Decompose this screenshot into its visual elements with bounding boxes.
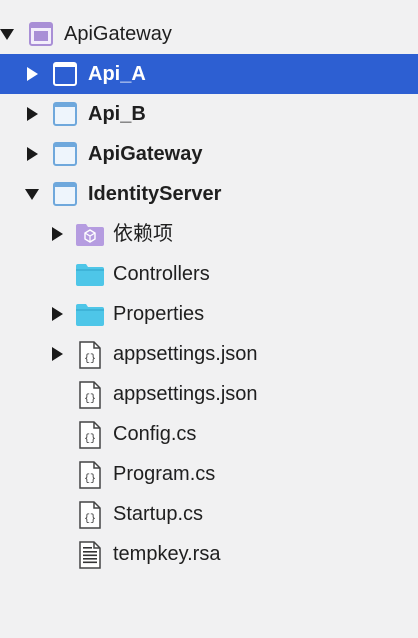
svg-text:{}: {} [84,513,96,525]
code-file-icon: {} [78,421,104,449]
disclosure-collapsed-icon[interactable] [27,107,38,121]
tree-label-solution: ApiGateway [64,23,172,45]
tree-row-file-appsettings[interactable]: {} appsettings.json [0,334,418,374]
folder-icon [75,261,104,287]
solution-icon [28,21,54,47]
disclosure-expanded-icon[interactable] [0,29,14,40]
project-icon [52,141,78,167]
tree-row-folder-properties[interactable]: Properties [0,294,418,334]
solution-tree: ApiGateway Api_A Api_B ApiGateway Identi… [0,0,418,638]
tree-row-project-identityserver[interactable]: IdentityServer [0,174,418,214]
tree-label-item: tempkey.rsa [113,543,221,565]
tree-row-file-appsettings-2[interactable]: {} appsettings.json [0,374,418,414]
tree-row-dependencies[interactable]: 依赖项 [0,214,418,254]
tree-row-project-apigateway[interactable]: ApiGateway [0,134,418,174]
disclosure-collapsed-icon[interactable] [27,147,38,161]
json-file-icon: {} [78,381,104,409]
svg-text:{}: {} [84,473,96,485]
tree-row-file-config[interactable]: {} Config.cs [0,414,418,454]
disclosure-expanded-icon[interactable] [25,189,39,200]
text-file-icon [78,541,104,569]
project-icon [52,181,78,207]
tree-label-item: Properties [113,303,205,325]
code-file-icon: {} [78,501,104,529]
disclosure-collapsed-icon[interactable] [52,307,63,321]
tree-row-solution[interactable]: ApiGateway [0,14,418,54]
svg-text:{}: {} [84,393,96,405]
tree-row-project-api-b[interactable]: Api_B [0,94,418,134]
disclosure-collapsed-icon[interactable] [27,67,38,81]
tree-label-item: Startup.cs [113,503,204,525]
project-icon [52,61,78,87]
disclosure-collapsed-icon[interactable] [52,227,63,241]
dependencies-icon [75,221,104,247]
tree-label-project: Api_A [88,63,146,85]
disclosure-collapsed-icon[interactable] [52,347,63,361]
json-file-icon: {} [78,341,104,369]
tree-row-file-tempkey[interactable]: tempkey.rsa [0,534,418,574]
tree-label-item: Program.cs [113,463,216,485]
tree-row-file-program[interactable]: {} Program.cs [0,454,418,494]
tree-label-item: appsettings.json [113,343,258,365]
svg-text:{}: {} [84,353,96,365]
tree-row-file-startup[interactable]: {} Startup.cs [0,494,418,534]
project-icon [52,101,78,127]
tree-label-item: Controllers [113,263,210,285]
tree-label-item: appsettings.json [113,383,258,405]
tree-label-item: 依赖项 [113,223,173,245]
tree-label-item: Config.cs [113,423,197,445]
tree-label-project: IdentityServer [88,183,222,205]
tree-row-project-api-a[interactable]: Api_A [0,54,418,94]
code-file-icon: {} [78,461,104,489]
svg-text:{}: {} [84,433,96,445]
tree-label-project: ApiGateway [88,143,203,165]
tree-label-project: Api_B [88,103,146,125]
folder-icon [75,301,104,327]
tree-row-folder-controllers[interactable]: Controllers [0,254,418,294]
